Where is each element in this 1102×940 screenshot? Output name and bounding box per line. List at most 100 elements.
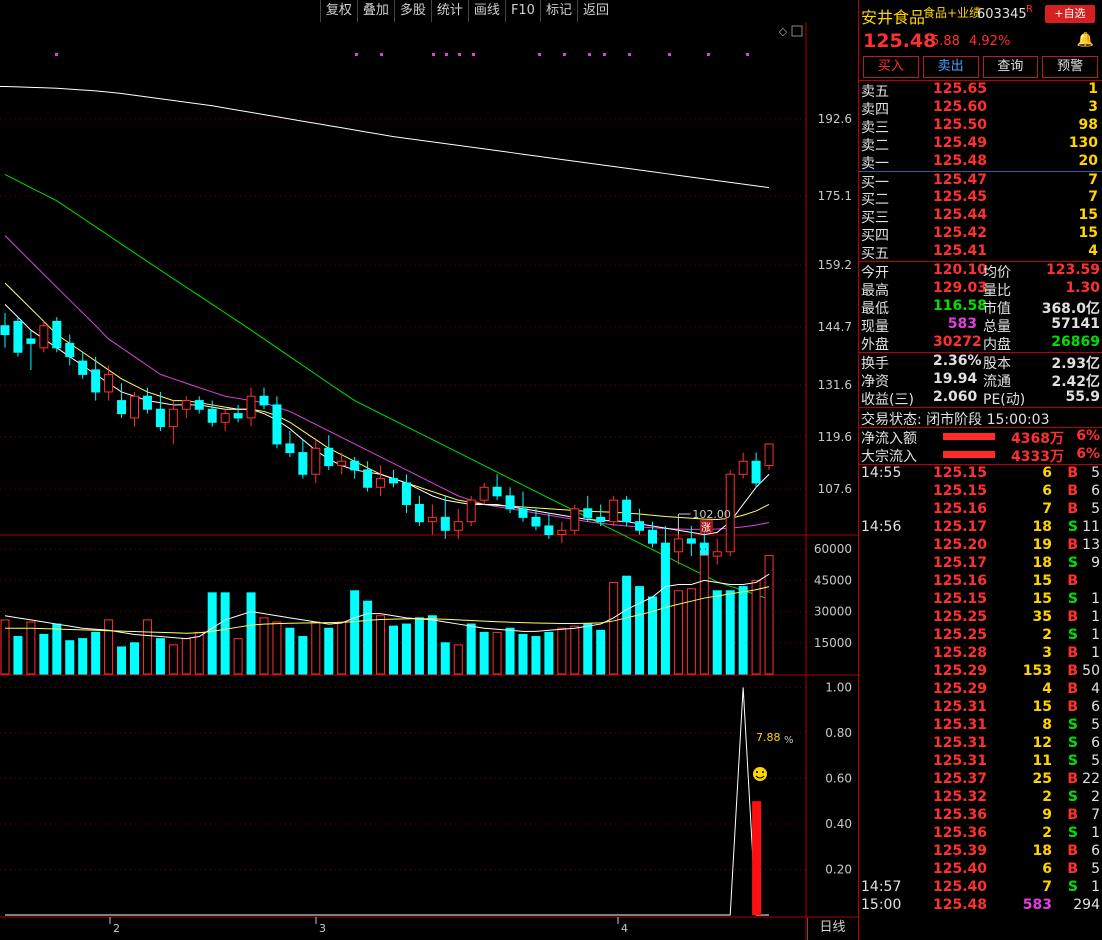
ask-row[interactable]: 卖四 125.60 3 [859,99,1102,118]
r-mark: R [1026,4,1033,15]
stat-value: 368.0亿 [1041,301,1100,317]
toolbar-mark-button[interactable]: 标记 [539,0,577,22]
ask-row[interactable]: 卖五 125.65 1 [859,81,1102,100]
candle-body [285,443,295,454]
stock-name: 安井食品 [861,8,926,27]
tick-volume: 6 [1042,465,1052,481]
alert-button[interactable]: 预警 [1042,56,1098,78]
flow-value: 4333万 [1011,449,1064,465]
tick-price: 125.15 [933,465,988,481]
bid-row[interactable]: 买五 125.41 4 [859,243,1102,262]
toolbar-fuquan-button[interactable]: 复权 [319,0,357,22]
tick-row: 14:55 125.15 6 B 5 [859,465,1102,483]
tick-price: 125.20 [933,537,988,553]
toolbar-drawline-button[interactable]: 画线 [467,0,505,22]
add-watchlist-button[interactable]: +自选 [1045,5,1095,23]
volume-bar [544,631,554,675]
ask-row[interactable]: 卖三 125.50 98 [859,117,1102,136]
tick-count: 6 [1091,699,1100,715]
candle-body [673,538,683,553]
volume-bar [26,621,36,675]
stat-row: 外盘 30272 内盘 26869 [859,334,1102,353]
volume-bar [91,631,101,675]
ask-row[interactable]: 卖二 125.49 130 [859,135,1102,154]
candle-body [427,516,437,523]
volume-bar [453,644,463,675]
tick-price: 125.31 [933,753,988,769]
period-tab-daily[interactable]: 日线 [807,918,857,940]
stat-value: 2.36% [933,353,982,369]
ma-line [0,85,770,189]
price-tick-label: 107.6 [818,482,852,496]
bid-row[interactable]: 买四 125.42 15 [859,225,1102,244]
tick-price: 125.31 [933,717,988,733]
x-tick-label: 3 [319,922,326,935]
toolbar-overlay-button[interactable]: 叠加 [356,0,394,22]
tick-volume: 18 [1032,843,1052,859]
stat-label: 总量 [983,319,1011,335]
stat-value: 123.59 [1045,262,1100,278]
toolbar-back-button[interactable]: 返回 [576,0,614,22]
tick-count: 5 [1091,465,1100,481]
query-button[interactable]: 查询 [982,56,1039,78]
signal-marker [380,53,383,56]
volume-tick-label: 60000 [814,542,852,556]
level-volume: 15 [1078,225,1098,241]
smiley-eye [756,771,758,773]
toolbar-f10-button[interactable]: F10 [504,0,540,22]
signal-marker [355,53,358,56]
volume-bar [531,636,541,675]
price-tick-label: 131.6 [818,378,852,392]
tick-list[interactable]: 14:55 125.15 6 B 5 125.15 6 B 6 125.16 7 B 5 14:56 125… [859,464,1102,915]
indicator-line [5,687,770,916]
candle-body [518,508,528,518]
bid-row[interactable]: 买二 125.45 7 [859,189,1102,208]
toolbar-stats-button[interactable]: 统计 [430,0,468,22]
signal-marker [563,53,566,56]
volume-bar [39,633,49,675]
chart-area[interactable]: 192.6 175.1 159.2 144.7 131.6 119.6 107.6 ◇ 102.… [0,0,858,940]
toolbar-multistock-button[interactable]: 多股 [393,0,431,22]
stat-row: 最低 116.58 市值 368.0亿 [859,298,1102,317]
candle-body [39,325,49,349]
bell-icon[interactable]: 🔔 [1077,32,1094,48]
level-price: 125.50 [933,117,988,133]
stat-value: 1.30 [1065,280,1100,296]
tick-volume: 8 [1042,717,1052,733]
tick-side: B [1067,843,1078,859]
signal-marker [432,53,435,56]
bid-row[interactable]: 买三 125.44 15 [859,207,1102,226]
indicator-value-label: 7.88 [756,731,781,744]
ask-row[interactable]: 卖一 125.48 20 [859,153,1102,172]
tick-row: 125.31 15 B 6 [859,699,1102,717]
tick-price: 125.31 [933,699,988,715]
tick-side: B [1067,483,1078,499]
level-price: 125.60 [933,99,988,115]
volume-tick-label: 30000 [814,605,852,619]
indicator-tick-label: 0.40 [825,817,852,831]
concept-tag[interactable]: 食品+业绩 [923,4,981,21]
tick-price: 125.15 [933,591,988,607]
last-price: 125.48 [863,30,937,52]
volume-bar [181,638,191,675]
volume-bar [635,586,645,675]
stat-label: 流通 [983,374,1011,390]
level-volume: 7 [1088,189,1098,205]
tick-volume: 25 [1032,771,1052,787]
stat-label: 内盘 [983,337,1011,353]
tick-row: 125.28 3 B 1 [859,645,1102,663]
candle-body [751,460,761,484]
trade-buttons: 买入 卖出 查询 预警 [859,54,1102,80]
level-price: 125.41 [933,243,988,259]
volume-bar [311,621,321,675]
tick-row: 125.31 11 S 5 [859,753,1102,771]
sell-button[interactable]: 卖出 [922,56,979,78]
flow-pct: 6% [1076,446,1100,462]
stat-value: 583 [947,316,977,332]
buy-button[interactable]: 买入 [863,56,919,78]
bid-row[interactable]: 买一 125.47 7 [859,171,1102,191]
candle-body [596,516,606,523]
volume-bar [492,631,502,675]
stat-value: 30272 [933,334,982,350]
kline-chart[interactable]: 192.6 175.1 159.2 144.7 131.6 119.6 107.6 ◇ 102.… [0,0,858,940]
